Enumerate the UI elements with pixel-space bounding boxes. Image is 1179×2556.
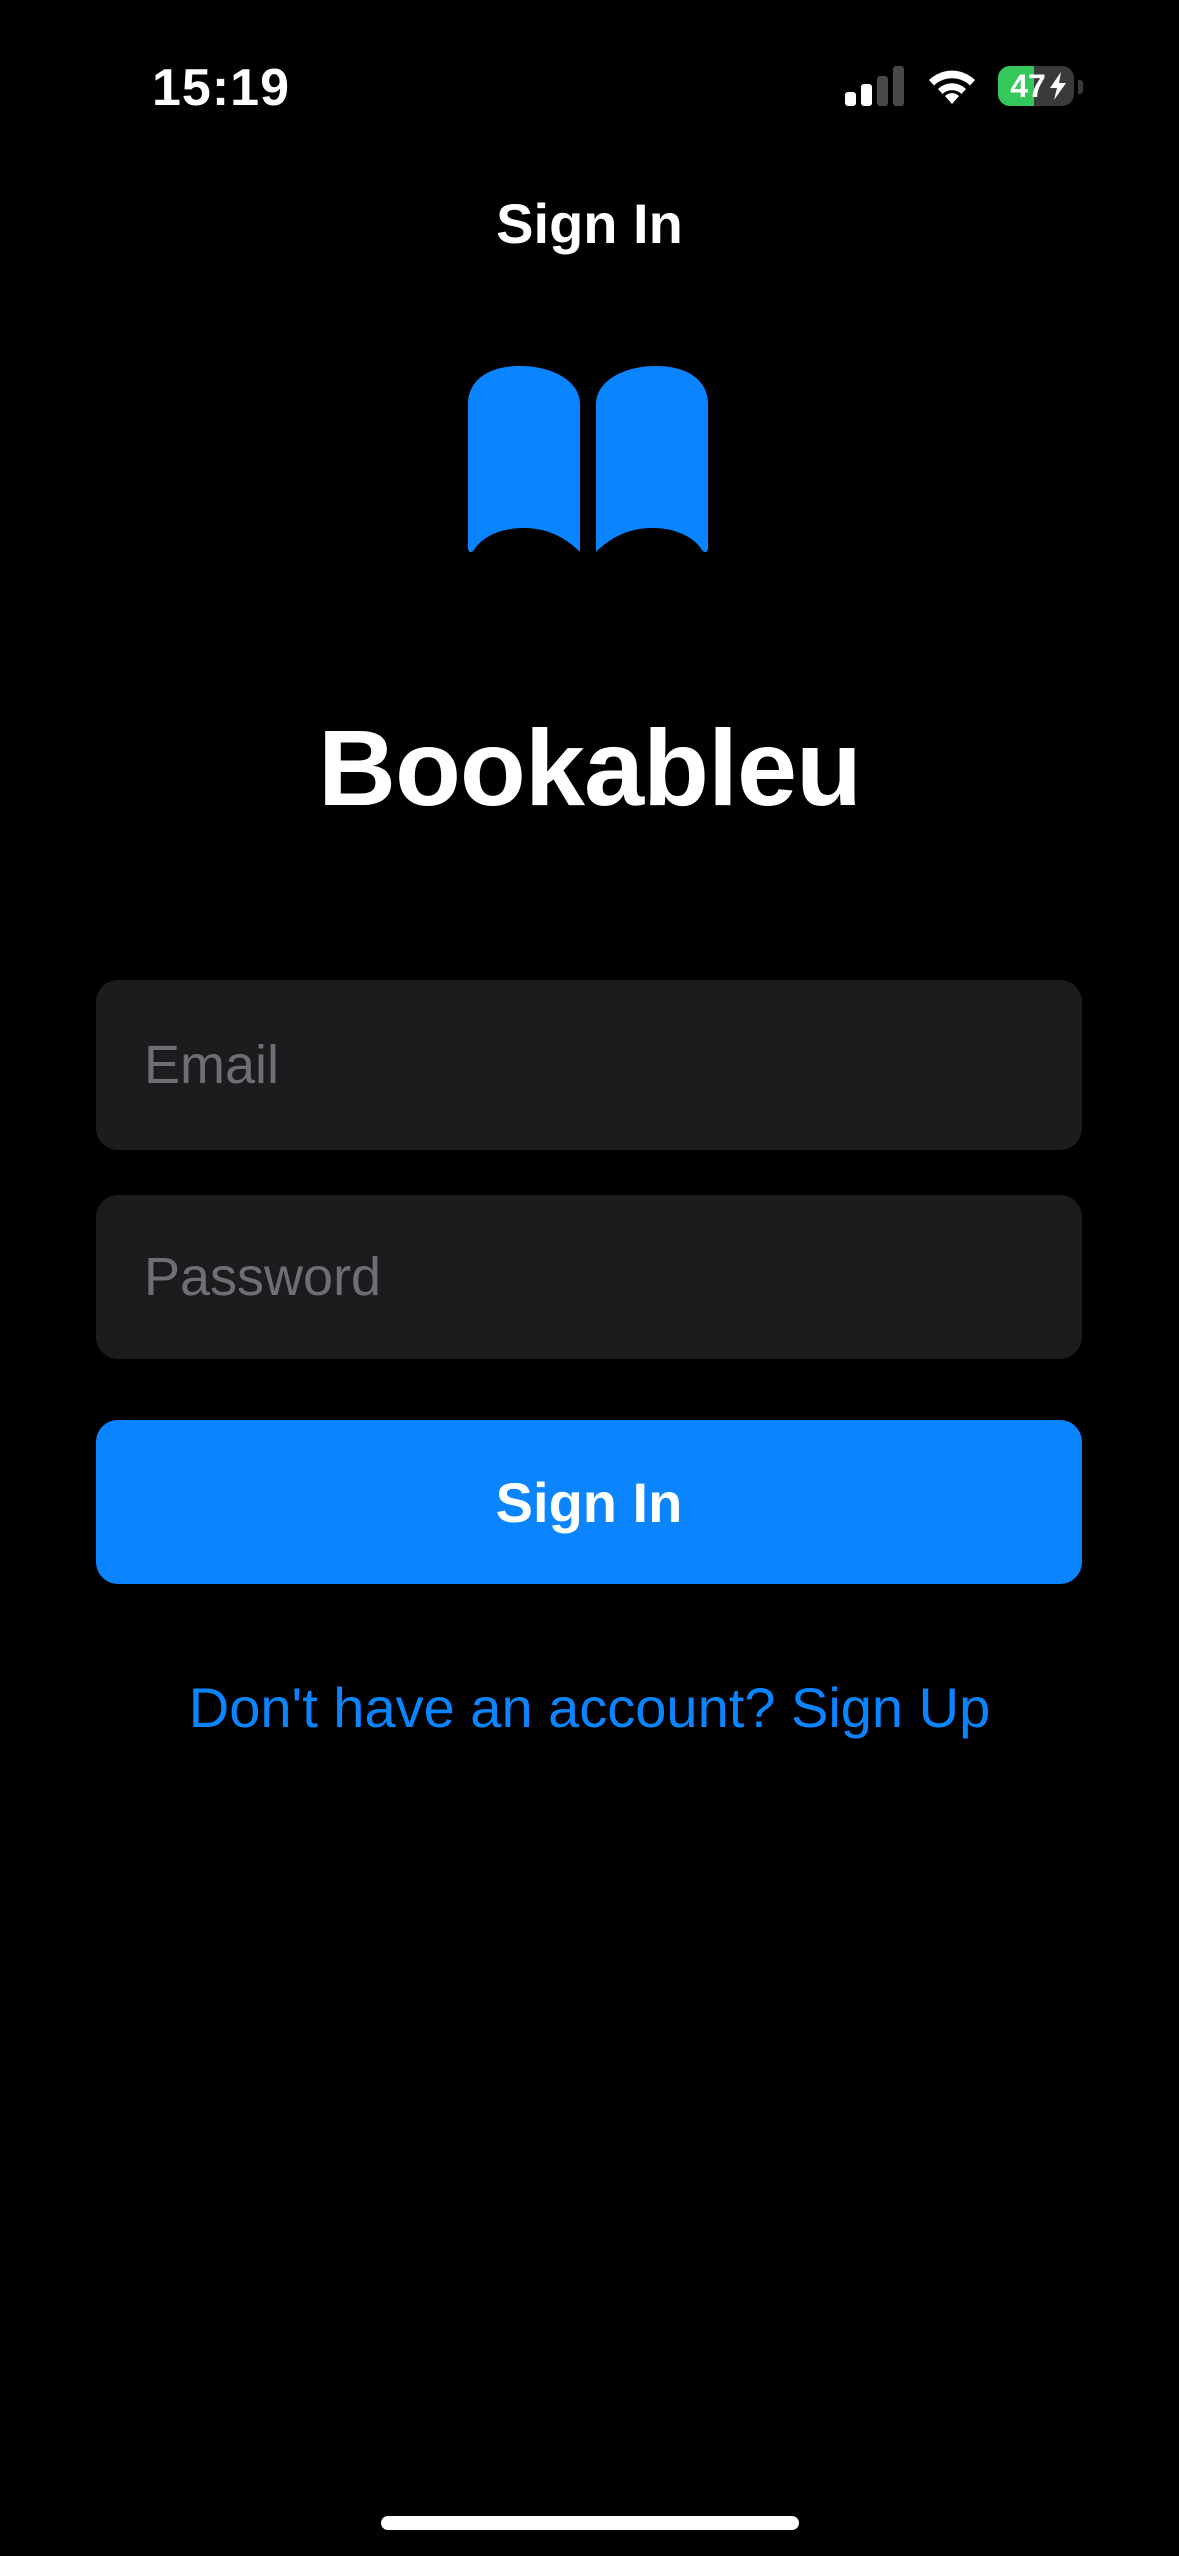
password-field[interactable] xyxy=(96,1195,1082,1359)
status-bar-time: 15:19 xyxy=(152,59,290,117)
sign-in-button[interactable]: Sign In xyxy=(96,1420,1082,1584)
signal-bar xyxy=(845,92,856,106)
sign-up-link[interactable]: Don't have an account? Sign Up xyxy=(0,1672,1179,1744)
book-icon xyxy=(468,366,708,553)
cellular-signal-icon xyxy=(845,66,905,106)
wifi-icon xyxy=(926,64,978,106)
email-field[interactable] xyxy=(96,980,1082,1150)
nav-title: Sign In xyxy=(496,192,683,255)
battery-percentage: 47 xyxy=(1010,68,1046,104)
signal-bar xyxy=(861,84,872,106)
app-name: Bookableu xyxy=(317,707,862,828)
battery-icon: 47 xyxy=(998,66,1083,108)
charging-bolt-icon xyxy=(1050,72,1066,100)
battery-cap xyxy=(1078,80,1083,94)
signal-bar xyxy=(877,76,888,106)
signal-bar xyxy=(893,66,904,106)
home-indicator[interactable] xyxy=(381,2516,799,2530)
